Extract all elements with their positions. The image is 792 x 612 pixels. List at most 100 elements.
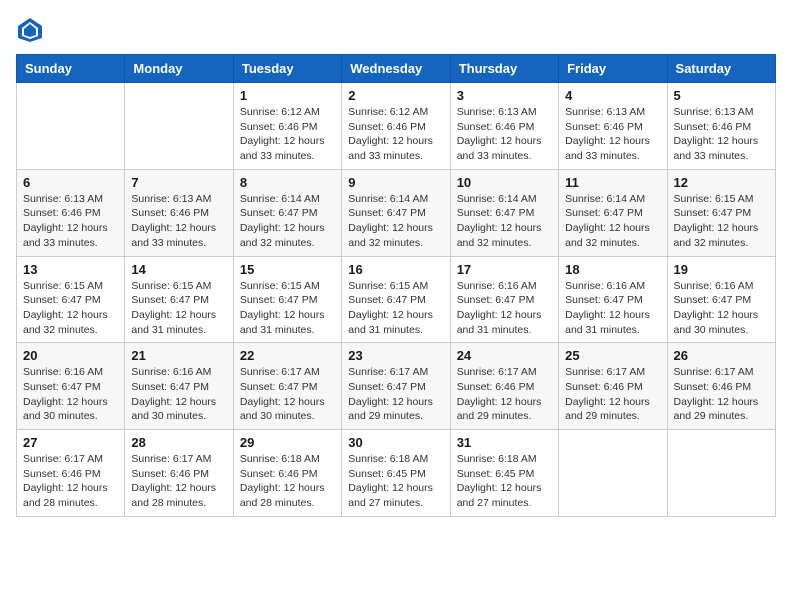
calendar-cell: 21 Sunrise: 6:16 AM Sunset: 6:47 PM Dayli… — [125, 343, 233, 430]
calendar-cell: 24 Sunrise: 6:17 AM Sunset: 6:46 PM Dayli… — [450, 343, 558, 430]
day-info: Sunrise: 6:17 AM Sunset: 6:46 PM Dayligh… — [457, 365, 552, 424]
calendar-cell: 31Sunrise: 6:18 AM Sunset: 6:45 PM Dayli… — [450, 430, 558, 517]
calendar-header-row: SundayMondayTuesdayWednesdayThursdayFrid… — [17, 55, 776, 83]
day-header-monday: Monday — [125, 55, 233, 83]
calendar-cell: 9Sunrise: 6:14 AM Sunset: 6:47 PM Daylig… — [342, 169, 450, 256]
day-number: 2 — [348, 88, 443, 103]
day-header-wednesday: Wednesday — [342, 55, 450, 83]
calendar-cell: 28 Sunrise: 6:17 AM Sunset: 6:46 PM Dayli… — [125, 430, 233, 517]
day-number: 13 — [23, 262, 118, 277]
day-info: Sunrise: 6:17 AM Sunset: 6:46 PM Dayligh… — [131, 452, 226, 511]
day-info: Sunrise: 6:15 AM Sunset: 6:47 PM Dayligh… — [23, 279, 118, 338]
calendar-cell — [17, 83, 125, 170]
calendar-cell: 6 Sunrise: 6:13 AM Sunset: 6:46 PM Daylig… — [17, 169, 125, 256]
calendar-cell: 12 Sunrise: 6:15 AM Sunset: 6:47 PM Dayli… — [667, 169, 775, 256]
day-info: Sunrise: 6:14 AM Sunset: 6:47 PM Dayligh… — [565, 192, 660, 251]
day-number: 20 — [23, 348, 118, 363]
day-number: 8 — [240, 175, 335, 190]
day-info: Sunrise: 6:17 AM Sunset: 6:46 PM Dayligh… — [565, 365, 660, 424]
calendar-cell: 1Sunrise: 6:12 AM Sunset: 6:46 PM Daylig… — [233, 83, 341, 170]
day-number: 24 — [457, 348, 552, 363]
day-header-sunday: Sunday — [17, 55, 125, 83]
day-number: 7 — [131, 175, 226, 190]
day-number: 16 — [348, 262, 443, 277]
calendar-week-row: 27 Sunrise: 6:17 AM Sunset: 6:46 PM Dayli… — [17, 430, 776, 517]
day-number: 22 — [240, 348, 335, 363]
calendar-cell: 17 Sunrise: 6:16 AM Sunset: 6:47 PM Dayli… — [450, 256, 558, 343]
calendar-cell: 16 Sunrise: 6:15 AM Sunset: 6:47 PM Dayli… — [342, 256, 450, 343]
calendar-week-row: 6 Sunrise: 6:13 AM Sunset: 6:46 PM Daylig… — [17, 169, 776, 256]
calendar-week-row: 13 Sunrise: 6:15 AM Sunset: 6:47 PM Dayli… — [17, 256, 776, 343]
day-info: Sunrise: 6:18 AM Sunset: 6:46 PM Dayligh… — [240, 452, 335, 511]
page-header — [16, 16, 776, 44]
day-header-tuesday: Tuesday — [233, 55, 341, 83]
day-info: Sunrise: 6:15 AM Sunset: 6:47 PM Dayligh… — [348, 279, 443, 338]
calendar-cell: 30Sunrise: 6:18 AM Sunset: 6:45 PM Dayli… — [342, 430, 450, 517]
day-number: 6 — [23, 175, 118, 190]
day-number: 14 — [131, 262, 226, 277]
day-info: Sunrise: 6:13 AM Sunset: 6:46 PM Dayligh… — [131, 192, 226, 251]
calendar-cell: 19Sunrise: 6:16 AM Sunset: 6:47 PM Dayli… — [667, 256, 775, 343]
calendar-cell: 14Sunrise: 6:15 AM Sunset: 6:47 PM Dayli… — [125, 256, 233, 343]
day-info: Sunrise: 6:16 AM Sunset: 6:47 PM Dayligh… — [457, 279, 552, 338]
calendar-cell: 5 Sunrise: 6:13 AM Sunset: 6:46 PM Daylig… — [667, 83, 775, 170]
logo-icon — [16, 16, 44, 44]
calendar-cell: 8 Sunrise: 6:14 AM Sunset: 6:47 PM Daylig… — [233, 169, 341, 256]
calendar-cell: 4 Sunrise: 6:13 AM Sunset: 6:46 PM Daylig… — [559, 83, 667, 170]
day-info: Sunrise: 6:17 AM Sunset: 6:46 PM Dayligh… — [23, 452, 118, 511]
day-number: 23 — [348, 348, 443, 363]
day-number: 10 — [457, 175, 552, 190]
day-info: Sunrise: 6:17 AM Sunset: 6:47 PM Dayligh… — [348, 365, 443, 424]
logo — [16, 16, 48, 44]
calendar-cell: 10 Sunrise: 6:14 AM Sunset: 6:47 PM Dayli… — [450, 169, 558, 256]
day-number: 1 — [240, 88, 335, 103]
calendar-week-row: 20 Sunrise: 6:16 AM Sunset: 6:47 PM Dayli… — [17, 343, 776, 430]
calendar-cell: 29Sunrise: 6:18 AM Sunset: 6:46 PM Dayli… — [233, 430, 341, 517]
day-header-saturday: Saturday — [667, 55, 775, 83]
day-info: Sunrise: 6:16 AM Sunset: 6:47 PM Dayligh… — [565, 279, 660, 338]
day-info: Sunrise: 6:16 AM Sunset: 6:47 PM Dayligh… — [23, 365, 118, 424]
day-info: Sunrise: 6:14 AM Sunset: 6:47 PM Dayligh… — [348, 192, 443, 251]
day-info: Sunrise: 6:13 AM Sunset: 6:46 PM Dayligh… — [23, 192, 118, 251]
day-number: 21 — [131, 348, 226, 363]
calendar-cell: 27 Sunrise: 6:17 AM Sunset: 6:46 PM Dayli… — [17, 430, 125, 517]
day-number: 19 — [674, 262, 769, 277]
calendar-cell: 25 Sunrise: 6:17 AM Sunset: 6:46 PM Dayli… — [559, 343, 667, 430]
calendar-cell: 15Sunrise: 6:15 AM Sunset: 6:47 PM Dayli… — [233, 256, 341, 343]
calendar-cell: 26Sunrise: 6:17 AM Sunset: 6:46 PM Dayli… — [667, 343, 775, 430]
calendar-cell: 13 Sunrise: 6:15 AM Sunset: 6:47 PM Dayli… — [17, 256, 125, 343]
day-info: Sunrise: 6:16 AM Sunset: 6:47 PM Dayligh… — [131, 365, 226, 424]
day-number: 26 — [674, 348, 769, 363]
day-number: 4 — [565, 88, 660, 103]
day-info: Sunrise: 6:15 AM Sunset: 6:47 PM Dayligh… — [240, 279, 335, 338]
calendar-cell: 2Sunrise: 6:12 AM Sunset: 6:46 PM Daylig… — [342, 83, 450, 170]
day-number: 27 — [23, 435, 118, 450]
day-number: 25 — [565, 348, 660, 363]
day-number: 31 — [457, 435, 552, 450]
day-info: Sunrise: 6:13 AM Sunset: 6:46 PM Dayligh… — [674, 105, 769, 164]
day-info: Sunrise: 6:13 AM Sunset: 6:46 PM Dayligh… — [565, 105, 660, 164]
calendar-cell — [125, 83, 233, 170]
day-info: Sunrise: 6:14 AM Sunset: 6:47 PM Dayligh… — [457, 192, 552, 251]
calendar-cell: 3Sunrise: 6:13 AM Sunset: 6:46 PM Daylig… — [450, 83, 558, 170]
calendar-week-row: 1Sunrise: 6:12 AM Sunset: 6:46 PM Daylig… — [17, 83, 776, 170]
calendar-cell: 23 Sunrise: 6:17 AM Sunset: 6:47 PM Dayli… — [342, 343, 450, 430]
calendar-cell: 7 Sunrise: 6:13 AM Sunset: 6:46 PM Daylig… — [125, 169, 233, 256]
calendar-cell — [667, 430, 775, 517]
calendar-cell: 22Sunrise: 6:17 AM Sunset: 6:47 PM Dayli… — [233, 343, 341, 430]
calendar-table: SundayMondayTuesdayWednesdayThursdayFrid… — [16, 54, 776, 517]
day-number: 18 — [565, 262, 660, 277]
day-number: 11 — [565, 175, 660, 190]
day-header-thursday: Thursday — [450, 55, 558, 83]
day-number: 5 — [674, 88, 769, 103]
day-info: Sunrise: 6:15 AM Sunset: 6:47 PM Dayligh… — [674, 192, 769, 251]
day-header-friday: Friday — [559, 55, 667, 83]
calendar-cell: 11 Sunrise: 6:14 AM Sunset: 6:47 PM Dayli… — [559, 169, 667, 256]
day-number: 12 — [674, 175, 769, 190]
day-number: 28 — [131, 435, 226, 450]
day-info: Sunrise: 6:14 AM Sunset: 6:47 PM Dayligh… — [240, 192, 335, 251]
calendar-cell: 20 Sunrise: 6:16 AM Sunset: 6:47 PM Dayli… — [17, 343, 125, 430]
day-number: 17 — [457, 262, 552, 277]
day-number: 3 — [457, 88, 552, 103]
calendar-cell — [559, 430, 667, 517]
